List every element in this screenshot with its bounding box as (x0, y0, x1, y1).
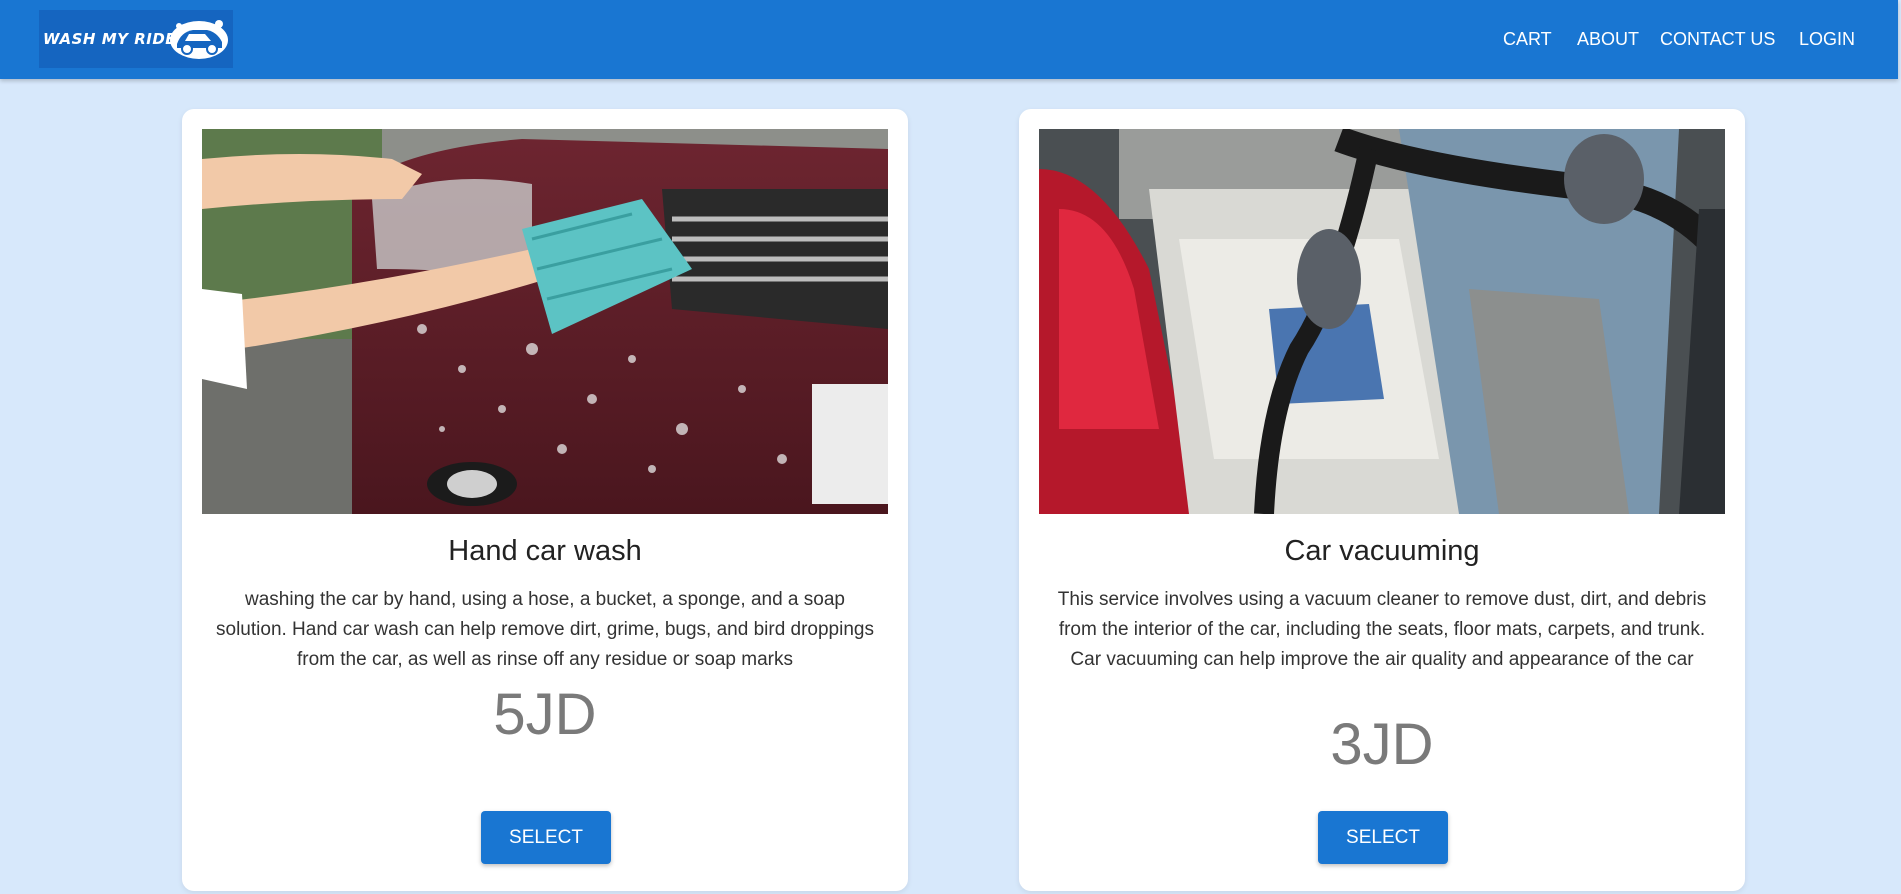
top-navbar: WASH MY RIDE CART ABOUT CONTACT US LOGIN (0, 0, 1898, 79)
nav-about[interactable]: ABOUT (1577, 27, 1639, 51)
select-car-vacuuming-button[interactable]: SELECT (1318, 811, 1448, 864)
service-card-car-vacuuming: Car vacuuming This service involves usin… (1019, 109, 1745, 891)
service-title: Car vacuuming (1284, 535, 1480, 567)
select-hand-car-wash-button[interactable]: SELECT (481, 811, 611, 864)
service-price: 5JD (493, 682, 597, 747)
service-title: Hand car wash (448, 535, 642, 567)
car-wash-photo (202, 129, 888, 514)
nav-cart[interactable]: CART (1503, 27, 1552, 51)
nav-menu: CART ABOUT CONTACT US LOGIN (0, 27, 1898, 51)
service-price: 3JD (1330, 712, 1434, 777)
nav-contact-us[interactable]: CONTACT US (1660, 27, 1775, 51)
service-description: washing the car by hand, using a hose, a… (182, 585, 908, 675)
service-description: This service involves using a vacuum cle… (1019, 585, 1745, 675)
car-vacuum-photo (1039, 129, 1725, 514)
nav-login[interactable]: LOGIN (1799, 27, 1855, 51)
service-card-hand-car-wash: Hand car wash washing the car by hand, u… (182, 109, 908, 891)
service-description-text: washing the car by hand, using a hose, a… (216, 589, 874, 670)
service-description-text: This service involves using a vacuum cle… (1057, 589, 1707, 670)
